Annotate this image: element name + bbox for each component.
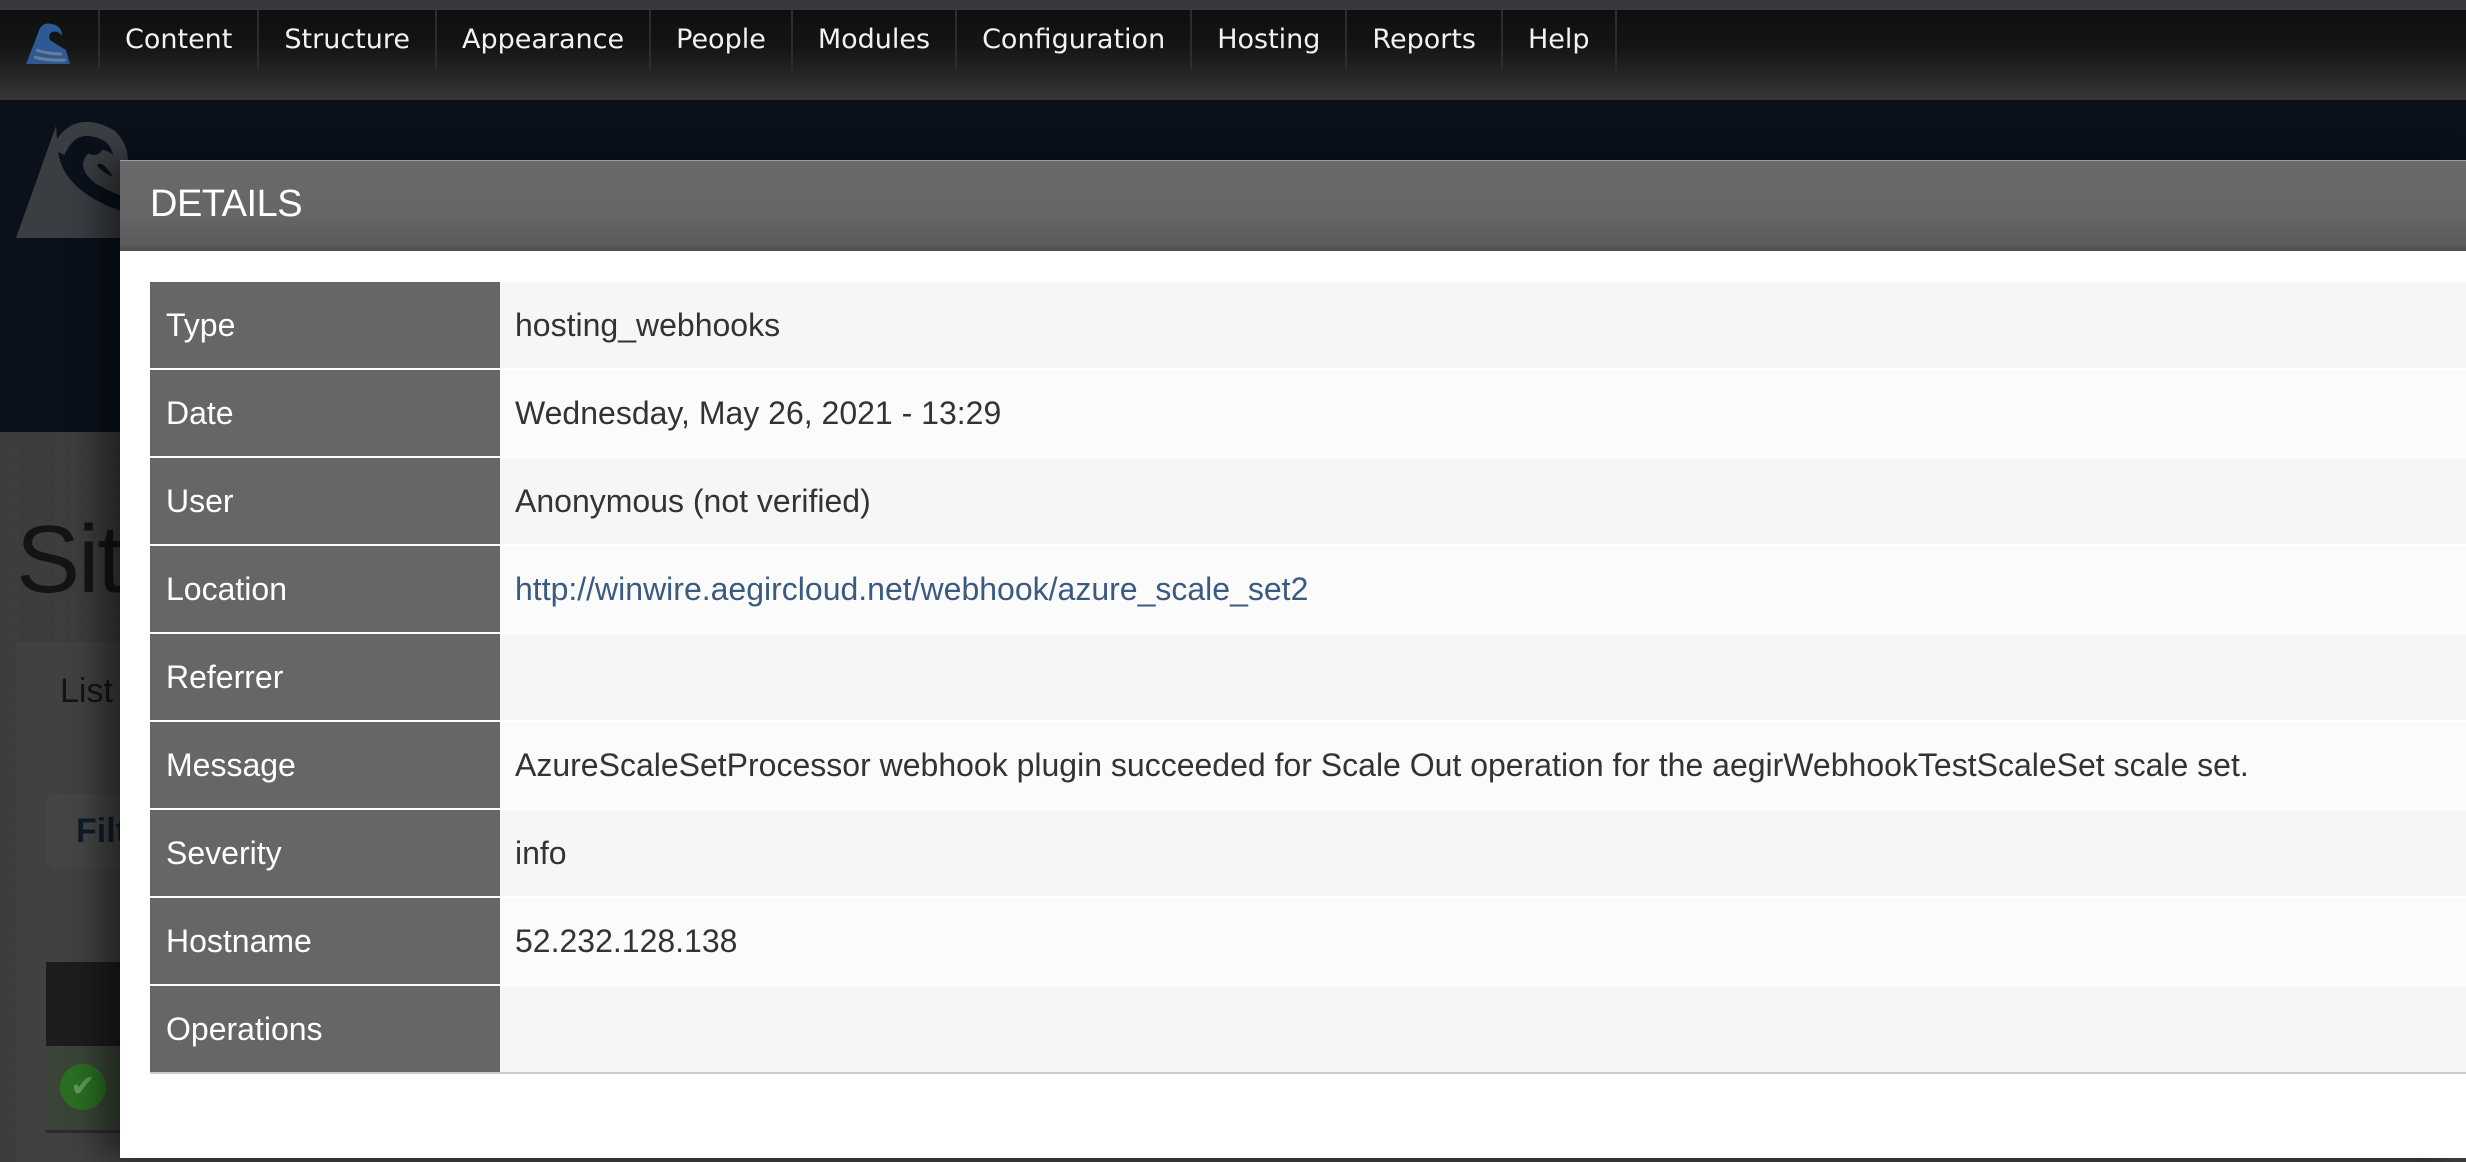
details-row-user: User Anonymous (not verified) (150, 457, 2466, 546)
toolbar-item-hosting[interactable]: Hosting (1190, 10, 1345, 70)
details-table: Type hosting_webhooks Date Wednesday, Ma… (150, 282, 2466, 1074)
toolbar-item-configuration[interactable]: Configuration (955, 10, 1190, 70)
details-row-type: Type hosting_webhooks (150, 282, 2466, 370)
details-row-message: Message AzureScaleSetProcessor webhook p… (150, 721, 2466, 810)
row-label: Message (150, 721, 500, 810)
row-label: Type (150, 282, 500, 370)
row-label: Referrer (150, 633, 500, 722)
toolbar-item-appearance[interactable]: Appearance (435, 10, 649, 70)
details-row-referrer: Referrer (150, 633, 2466, 722)
aegir-wave-logo-icon[interactable] (22, 20, 72, 66)
row-label: Date (150, 369, 500, 458)
location-link[interactable]: http://winwire.aegircloud.net/webhook/az… (515, 571, 1308, 607)
toolbar-item-help[interactable]: Help (1501, 10, 1617, 70)
details-dialog: DETAILS Type hosting_webhooks Date Wedne… (120, 160, 2466, 1158)
toolbar-item-reports[interactable]: Reports (1345, 10, 1501, 70)
window-top-strip (0, 0, 2466, 10)
check-circle-icon: ✔ (60, 1064, 106, 1110)
toolbar-item-content[interactable]: Content (98, 10, 257, 70)
row-value (500, 985, 2466, 1073)
dialog-header: DETAILS (120, 160, 2466, 251)
row-value: AzureScaleSetProcessor webhook plugin su… (500, 721, 2466, 810)
row-value: hosting_webhooks (500, 282, 2466, 370)
dialog-title: DETAILS (150, 183, 303, 225)
details-row-date: Date Wednesday, May 26, 2021 - 13:29 (150, 369, 2466, 458)
details-row-location: Location http://winwire.aegircloud.net/w… (150, 545, 2466, 634)
row-value (500, 633, 2466, 722)
row-value: Anonymous (not verified) (500, 457, 2466, 546)
toolbar-item-people[interactable]: People (649, 10, 791, 70)
toolbar-item-structure[interactable]: Structure (257, 10, 435, 70)
row-label: Severity (150, 809, 500, 898)
row-value: http://winwire.aegircloud.net/webhook/az… (500, 545, 2466, 634)
row-label: Hostname (150, 897, 500, 986)
details-row-operations: Operations (150, 985, 2466, 1073)
row-value: 52.232.128.138 (500, 897, 2466, 986)
row-label: Location (150, 545, 500, 634)
row-label: Operations (150, 985, 500, 1073)
row-value: info (500, 809, 2466, 898)
tab-list[interactable]: List (60, 672, 113, 711)
row-value: Wednesday, May 26, 2021 - 13:29 (500, 369, 2466, 458)
toolbar-item-modules[interactable]: Modules (790, 10, 955, 70)
details-row-severity: Severity info (150, 809, 2466, 898)
row-label: User (150, 457, 500, 546)
admin-toolbar: Content Structure Appearance People Modu… (0, 10, 2466, 100)
details-row-hostname: Hostname 52.232.128.138 (150, 897, 2466, 986)
toolbar-menu: Content Structure Appearance People Modu… (98, 10, 1617, 70)
